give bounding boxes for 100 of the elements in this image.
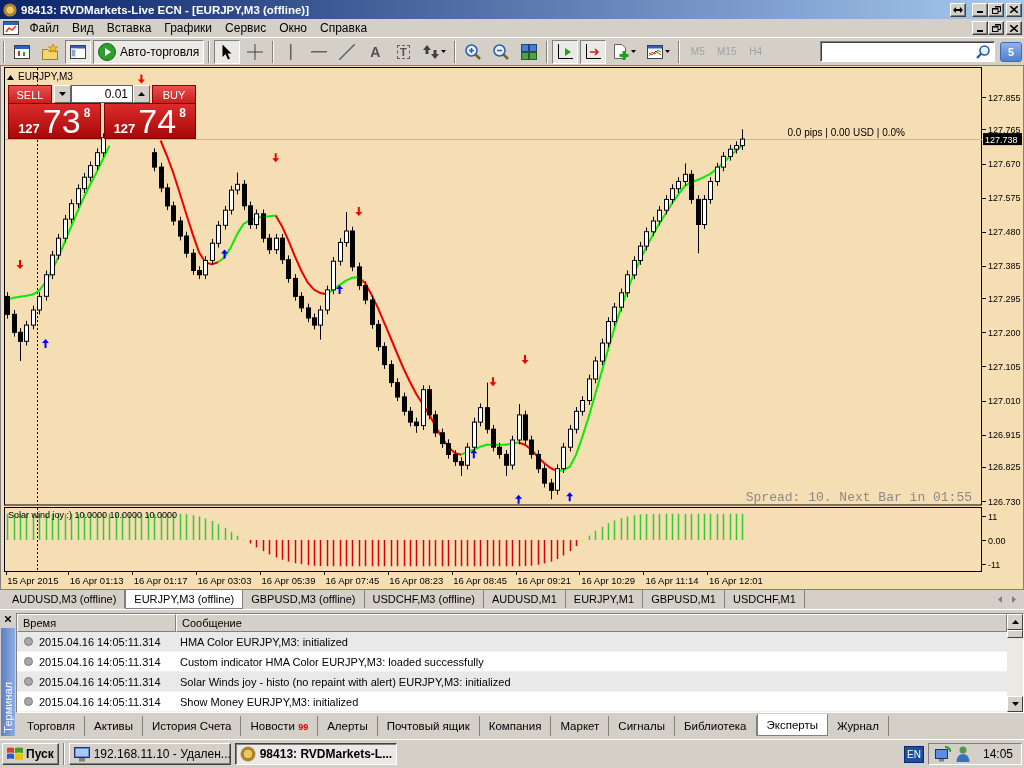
scrollbar-thumb[interactable] — [1007, 630, 1023, 638]
chart-tab[interactable]: USDCHF,M3 (offline) — [364, 590, 484, 608]
histogram-bar — [415, 540, 418, 567]
vertical-scrollbar[interactable] — [1007, 614, 1023, 712]
circle-icon — [24, 657, 33, 666]
histogram-bar — [409, 540, 412, 567]
resize-button[interactable] — [950, 2, 966, 17]
histogram-bar — [64, 513, 67, 540]
text-tool-button[interactable]: A — [362, 39, 389, 64]
taskbar-button[interactable]: 192.168.11.10 - Удален... — [68, 743, 231, 765]
close-button[interactable] — [1006, 2, 1022, 17]
terminal-tab[interactable]: История Счета — [142, 716, 242, 736]
price-axis-label: 127.295 — [988, 293, 1021, 304]
column-header[interactable]: Время — [17, 614, 176, 632]
auto-trading-button[interactable]: Авто-торговля — [93, 39, 205, 64]
histogram-bar — [703, 513, 706, 540]
text-label-button[interactable]: T — [390, 39, 417, 64]
restore-button[interactable] — [988, 2, 1004, 17]
price-axis-label: 127.855 — [988, 92, 1021, 103]
cursor-button[interactable] — [214, 39, 241, 64]
restore-button[interactable] — [988, 21, 1004, 35]
menu-item[interactable]: Вид — [65, 21, 101, 35]
price-axis-label: 127.200 — [988, 327, 1021, 338]
price-axis-label: 127.670 — [988, 159, 1021, 169]
histogram-bar — [652, 513, 655, 540]
search-icon — [976, 44, 990, 59]
menu-item[interactable]: Окно — [272, 21, 314, 35]
terminal-tab[interactable]: Журнал — [828, 716, 889, 736]
buy-button[interactable]: BUY — [152, 85, 196, 103]
menu-item[interactable]: Файл — [23, 21, 66, 35]
histogram-bar — [729, 513, 732, 540]
histogram-bar — [339, 540, 342, 567]
histogram-bar — [313, 540, 316, 566]
volume-up-button[interactable] — [133, 85, 150, 103]
histogram-bar — [460, 540, 463, 567]
taskbar-button[interactable]: 98413: RVDMarkets-L... — [234, 743, 397, 765]
terminal-tab[interactable]: Активы — [85, 716, 143, 736]
terminal-tab[interactable]: Маркет — [551, 716, 610, 736]
chart-tab[interactable]: USDCHF,M1 — [724, 590, 805, 608]
histogram-bar — [454, 540, 457, 567]
terminal-tab[interactable]: Новости 99 — [241, 716, 319, 736]
histogram-bar — [294, 540, 297, 564]
volume-down-button[interactable] — [54, 85, 71, 103]
column-header[interactable]: Сообщение — [176, 614, 1007, 632]
close-button[interactable] — [1006, 21, 1022, 35]
time-axis-label: 16 Apr 09:21 — [517, 575, 572, 586]
chart-tab[interactable]: EURJPY,M1 — [565, 590, 644, 608]
auto-scroll-button[interactable] — [580, 39, 607, 64]
language-indicator[interactable]: EN — [904, 745, 924, 763]
chart-tab[interactable]: GBPUSD,M3 (offline) — [243, 590, 365, 608]
menu-item[interactable]: Справка — [313, 21, 374, 35]
terminal-tab[interactable]: Торговля — [18, 716, 86, 736]
grid-icon — [521, 43, 538, 60]
up-arrow-marker — [515, 494, 523, 504]
histogram-bar — [441, 540, 444, 567]
terminal-tab[interactable]: Компания — [479, 716, 552, 736]
terminal-tab[interactable]: Сигналы — [609, 716, 675, 736]
histogram-bar — [192, 515, 195, 540]
histogram-bar — [236, 535, 239, 540]
price-axis-label: 126.825 — [988, 462, 1021, 473]
time-cell: 2015.04.16 14:05:11.314 — [39, 675, 161, 688]
star-folder-icon — [42, 43, 58, 60]
histogram-bar — [562, 540, 565, 556]
up-arrow-marker — [336, 285, 344, 295]
histogram-bar — [6, 513, 9, 540]
histogram-bar — [511, 540, 514, 567]
sell-button[interactable]: SELL — [8, 85, 52, 103]
start-button[interactable]: Пуск — [2, 743, 59, 765]
chart-tab[interactable]: AUDUSD,M1 — [484, 590, 566, 608]
terminal-tab[interactable]: Эксперты — [756, 714, 828, 736]
menu-item[interactable]: Сервис — [218, 21, 273, 35]
scroll-up-button[interactable] — [1007, 614, 1023, 630]
minimize-button[interactable] — [972, 21, 988, 35]
chart-tab[interactable]: EURJPY,M3 (offline) — [125, 590, 244, 609]
navigator-button[interactable] — [65, 39, 91, 64]
message-cell-text: Show Money EURJPY,M3: initialized — [179, 695, 359, 708]
menu-item[interactable]: Вставка — [100, 21, 158, 35]
histogram-bar — [697, 513, 700, 540]
histogram-bar — [281, 540, 284, 560]
arrows-icon — [422, 43, 439, 60]
time-axis-label: 16 Apr 01:17 — [133, 575, 188, 586]
minimize-icon — [977, 11, 983, 13]
scroll-down-button[interactable] — [1007, 696, 1023, 712]
up-triangle-icon[interactable] — [7, 75, 14, 80]
search-field[interactable] — [820, 41, 995, 62]
menu-item[interactable]: Графики — [157, 21, 219, 35]
chart-tab[interactable]: GBPUSD,M1 — [643, 590, 725, 608]
chart-shift-button[interactable] — [552, 39, 579, 64]
time-axis-label: 16 Apr 05:39 — [261, 575, 316, 586]
spread-info-label: Spread: 10. Next Bar in 01:55 — [745, 490, 972, 505]
histogram-bar — [543, 540, 546, 564]
time-axis-label: 16 Apr 08:23 — [389, 575, 444, 586]
histogram-bar — [434, 540, 437, 567]
volume-field[interactable]: 0.01 — [71, 85, 133, 103]
terminal-tab[interactable]: Почтовый ящик — [377, 716, 480, 736]
monitor-icon[interactable] — [934, 746, 951, 762]
double-arrow-icon — [953, 6, 963, 13]
terminal-tab[interactable]: Алерты — [318, 716, 378, 736]
terminal-tab[interactable]: Библиотека — [675, 716, 757, 736]
minimize-button[interactable] — [972, 2, 988, 17]
